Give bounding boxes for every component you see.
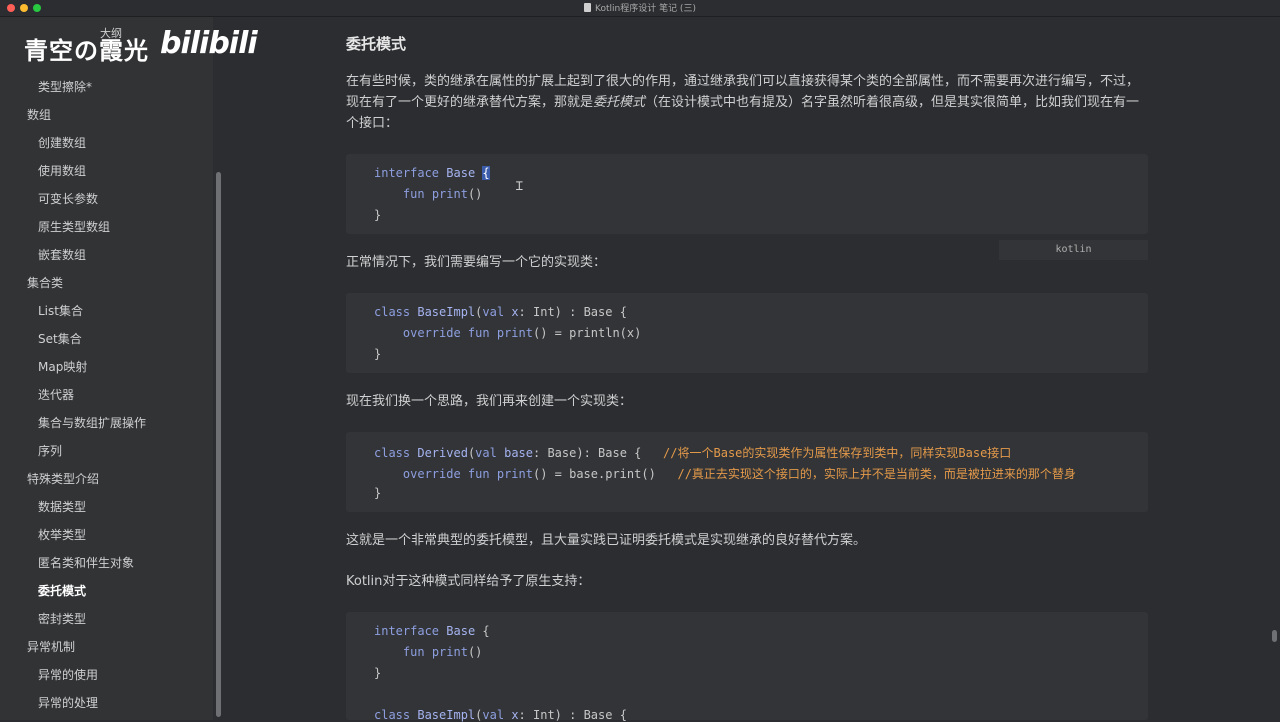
code-text: (): [467, 187, 483, 201]
sidebar-item[interactable]: 可变长参数: [38, 190, 98, 207]
code-text: }: [374, 486, 382, 500]
variable-name: x: [511, 305, 519, 319]
type-name: BaseImpl: [417, 305, 476, 319]
sidebar-item[interactable]: 创建数组: [38, 134, 86, 151]
window-title: Kotlin程序设计 笔记 (三): [0, 1, 1280, 14]
code-comment: //真正去实现这个接口的，实际上并不是当前类，而是被拉进来的那个替身: [677, 467, 1076, 481]
sidebar-scrollbar[interactable]: [216, 172, 221, 717]
sidebar-item[interactable]: 特殊类型介绍: [27, 470, 99, 487]
function-name: print: [431, 645, 468, 659]
sidebar-item[interactable]: 枚举类型: [38, 526, 86, 543]
variable-name: base: [504, 446, 533, 460]
code-text: {: [475, 624, 490, 638]
keyword: val: [475, 446, 497, 460]
sidebar-item[interactable]: 委托模式: [38, 582, 86, 599]
sidebar-item[interactable]: List集合: [38, 302, 83, 319]
keyword: fun: [402, 645, 425, 659]
section-heading: 委托模式: [346, 35, 407, 53]
sidebar-item[interactable]: 集合与数组扩展操作: [38, 414, 146, 431]
code-line: }: [374, 666, 381, 680]
sidebar-item[interactable]: Map映射: [38, 358, 87, 375]
code-line: class BaseImpl(val x: Int) : Base {: [374, 305, 627, 319]
code-line: override fun print() = println(x): [374, 326, 641, 340]
code-text: }: [374, 347, 382, 361]
keyword: val: [482, 305, 505, 319]
code-text: : Base): Base {: [533, 446, 664, 460]
sidebar-item[interactable]: 匿名类和伴生对象: [38, 554, 134, 571]
code-text: () = println(x): [532, 326, 642, 340]
code-text: () = base.print(): [532, 467, 678, 481]
code-comment: //将一个Base的实现类作为属性保存到类中，同样实现Base接口: [663, 446, 1012, 460]
code-text: }: [374, 208, 382, 222]
keyword: override fun: [402, 326, 490, 340]
keyword: class: [374, 305, 411, 319]
code-text: : Int) : Base {: [518, 305, 627, 319]
intro-emphasis: 委托模式: [593, 95, 646, 110]
function-name: print: [496, 326, 533, 340]
sidebar-item[interactable]: 迭代器: [38, 386, 74, 403]
watermark-text: 青空の霞光: [24, 37, 149, 65]
sidebar-item[interactable]: 数据类型: [38, 498, 86, 515]
keyword: interface: [374, 624, 440, 638]
code-line: class Derived(val base: Base): Base { //…: [374, 444, 1011, 461]
content-scrollbar[interactable]: [1272, 630, 1277, 642]
code-line: interface Base {: [374, 166, 490, 180]
keyword: override fun: [402, 467, 490, 481]
code-line: fun print(): [374, 187, 483, 201]
type-name: Base: [446, 166, 476, 180]
sidebar-item[interactable]: 异常的使用: [38, 666, 98, 683]
type-name: Derived: [417, 446, 468, 460]
paragraph: Kotlin对于这种模式同样给予了原生支持：: [346, 574, 591, 589]
sidebar-item[interactable]: Set集合: [38, 330, 82, 347]
sidebar-item[interactable]: 集合类: [27, 274, 63, 291]
document-icon: [584, 3, 592, 12]
text-cursor-icon: Ɪ: [516, 179, 523, 193]
document-content: 委托模式 在有些时候，类的继承在属性的扩展上起到了很大的作用，通过继承我们可以直…: [224, 17, 1274, 722]
function-name: print: [496, 467, 533, 481]
code-line: fun print(): [374, 645, 483, 659]
function-name: print: [431, 187, 468, 201]
sidebar-item[interactable]: 数组: [27, 106, 51, 123]
sidebar-item[interactable]: 嵌套数组: [38, 246, 86, 263]
code-line: }: [374, 208, 381, 222]
code-block-baseimpl[interactable]: class BaseImpl(val x: Int) : Base { over…: [346, 293, 1148, 373]
paragraph: 这就是一个非常典型的委托模型，且大量实践已证明委托模式是实现继承的良好替代方案。: [346, 533, 867, 548]
intro-paragraph: 在有些时候，类的继承在属性的扩展上起到了很大的作用，通过继承我们可以直接获得某个…: [346, 71, 1148, 134]
sidebar-item[interactable]: 原生类型数组: [38, 218, 110, 235]
paragraph: 现在我们换一个思路，我们再来创建一个实现类：: [346, 394, 633, 409]
sidebar-item[interactable]: 异常机制: [27, 638, 75, 655]
code-block-derived[interactable]: class Derived(val base: Base): Base { //…: [346, 432, 1148, 512]
code-line: interface Base {: [374, 624, 490, 638]
code-line: }: [374, 347, 381, 361]
code-text: (): [467, 645, 483, 659]
window-title-text: Kotlin程序设计 笔记 (三): [595, 4, 696, 14]
sidebar-item[interactable]: 序列: [38, 442, 62, 459]
code-block-interface[interactable]: interface Base { fun print() }: [346, 154, 1148, 234]
sidebar-item[interactable]: 异常的处理: [38, 694, 98, 711]
type-name: Base: [446, 624, 476, 638]
keyword: class: [374, 446, 411, 460]
keyword: interface: [374, 166, 440, 180]
sidebar-item[interactable]: 类型擦除*: [38, 78, 92, 95]
code-text: }: [374, 666, 382, 680]
title-bar: Kotlin程序设计 笔记 (三): [0, 0, 1280, 17]
keyword: fun: [402, 187, 425, 201]
sidebar-item[interactable]: 密封类型: [38, 610, 86, 627]
code-line: override fun print() = base.print() //真正…: [374, 465, 1076, 482]
outline-sidebar: 类型擦除* 数组创建数组使用数组可变长参数原生类型数组 嵌套数组集合类 List集合 S…: [0, 17, 213, 720]
code-block-native-delegation[interactable]: interface Base { fun print() } class Bas…: [346, 612, 1148, 722]
paragraph: 正常情况下，我们需要编写一个它的实现类：: [346, 255, 607, 270]
sidebar-item[interactable]: 使用数组: [38, 162, 86, 179]
code-line: }: [374, 486, 381, 500]
selected-brace: {: [482, 166, 490, 180]
